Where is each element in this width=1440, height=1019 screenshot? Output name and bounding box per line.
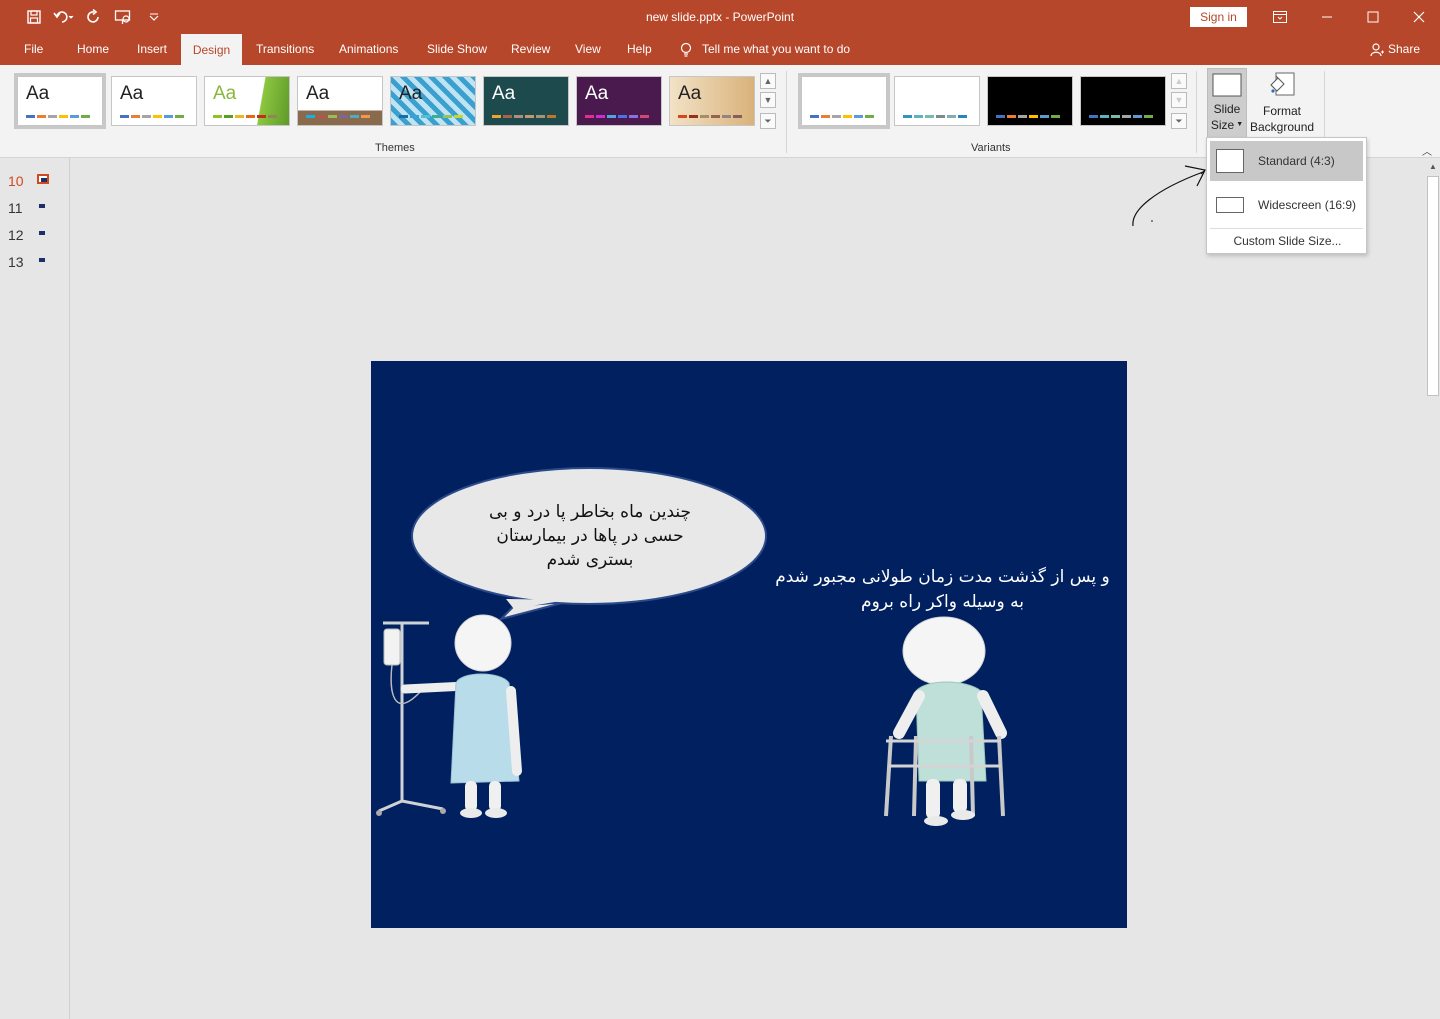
tab-view[interactable]: View <box>573 34 603 65</box>
maximize-icon[interactable] <box>1350 0 1396 34</box>
variant-4[interactable] <box>1080 76 1166 126</box>
theme-organic[interactable]: Aa <box>576 76 662 126</box>
tell-me-search[interactable]: Tell me what you want to do <box>680 34 850 65</box>
format-background-icon <box>1270 72 1295 96</box>
tell-me-label: Tell me what you want to do <box>702 42 851 56</box>
variants-scroll-up-icon[interactable]: ▲ <box>1171 73 1187 89</box>
collapse-ribbon-icon[interactable]: ︿ <box>1422 143 1432 158</box>
minimize-icon[interactable] <box>1304 0 1350 34</box>
theme-integral[interactable]: Aa <box>297 76 383 126</box>
slide-size-icon <box>1212 73 1242 97</box>
widescreen-ratio-icon <box>1216 197 1244 213</box>
slide-number-13[interactable]: 13 <box>8 254 24 270</box>
variant-1[interactable] <box>798 73 890 129</box>
bubble-line-2: حسی در پاها در بیمارستان <box>496 526 684 546</box>
scroll-up-icon[interactable]: ▲ <box>1429 162 1437 171</box>
theme-ion[interactable]: Aa <box>390 76 476 126</box>
title-bar: new slide.pptx - PowerPoint Sign in <box>0 0 1440 34</box>
slides-pane: 10 11 12 13 <box>0 158 70 1019</box>
standard-ratio-icon <box>1216 149 1244 173</box>
slide-number-12[interactable]: 12 <box>8 227 24 243</box>
variants-group-label: Variants <box>971 142 1011 154</box>
slide-size-menu: Standard (4:3) Widescreen (16:9) Custom … <box>1206 137 1367 254</box>
caption-line-1: و پس از گذشت مدت زمان طولانی مجبور شدم <box>775 567 1110 587</box>
menu-item-widescreen[interactable]: Widescreen (16:9) <box>1210 185 1363 225</box>
sign-in-button[interactable]: Sign in <box>1190 7 1247 27</box>
tab-insert[interactable]: Insert <box>135 34 169 65</box>
theme-wood-type[interactable]: Aa <box>669 76 755 126</box>
slide-size-button[interactable]: Slide Size ▼ <box>1207 68 1247 139</box>
walker-caption-text[interactable]: و پس از گذشت مدت زمان طولانی مجبور شدم ب… <box>770 565 1115 615</box>
theme-facet[interactable]: Aa <box>204 76 290 126</box>
themes-group-label: Themes <box>375 142 415 154</box>
patient-with-iv-figure[interactable] <box>376 614 522 818</box>
menu-divider <box>1210 228 1363 229</box>
theme-office-2[interactable]: Aa <box>111 76 197 126</box>
slide-thumbnail-icon[interactable] <box>37 256 49 266</box>
tab-animations[interactable]: Animations <box>337 34 400 65</box>
scrollbar-thumb[interactable] <box>1427 176 1439 396</box>
slide-artwork <box>376 467 1007 826</box>
tab-help[interactable]: Help <box>625 34 654 65</box>
caption-line-2: به وسیله واکر راه بروم <box>861 592 1024 612</box>
slide-size-label-1: Slide <box>1213 102 1241 116</box>
ribbon-tabs: File Home Insert Design Transitions Anim… <box>0 34 1440 65</box>
theme-office[interactable]: Aa <box>14 73 106 129</box>
chevron-down-icon: ▼ <box>1236 121 1244 128</box>
bubble-line-1: چندین ماه بخاطر پا درد و بی <box>488 502 692 522</box>
tab-file[interactable]: File <box>22 34 45 65</box>
slide-thumbnail-icon[interactable] <box>37 229 49 239</box>
annotation-arrow <box>1132 165 1206 227</box>
slide-number-10[interactable]: 10 <box>8 173 24 189</box>
group-separator <box>1196 71 1197 153</box>
speech-bubble-text[interactable]: چندین ماه بخاطر پا درد و بی حسی در پاها … <box>470 500 710 572</box>
menu-item-widescreen-label: Widescreen (16:9) <box>1258 198 1357 212</box>
slide-size-label-2: Size <box>1210 118 1235 132</box>
themes-scroll-up-icon[interactable]: ▲ <box>760 73 776 89</box>
share-button[interactable]: Share <box>1370 34 1420 65</box>
tab-home[interactable]: Home <box>75 34 111 65</box>
format-background-label-2: Background <box>1250 120 1315 134</box>
group-separator <box>786 71 787 153</box>
tab-transitions[interactable]: Transitions <box>254 34 316 65</box>
person-icon <box>1370 42 1384 56</box>
variants-more-icon[interactable]: ⏷ <box>1171 113 1187 129</box>
tab-design[interactable]: Design <box>181 34 242 65</box>
variants-scroll-down-icon[interactable]: ▼ <box>1171 92 1187 108</box>
themes-more-icon[interactable]: ⏷ <box>760 113 776 129</box>
format-background-label-1: Format <box>1262 104 1301 118</box>
slide-number-11[interactable]: 11 <box>8 200 23 216</box>
themes-scroll-down-icon[interactable]: ▼ <box>760 92 776 108</box>
menu-item-standard[interactable]: Standard (4:3) <box>1210 141 1363 181</box>
bubble-line-3: بستری شدم <box>546 550 634 570</box>
variant-3[interactable] <box>987 76 1073 126</box>
slide-thumbnail-icon[interactable] <box>37 174 49 184</box>
slide-thumbnail-icon[interactable] <box>37 202 49 212</box>
menu-item-custom-size[interactable]: Custom Slide Size... <box>1207 234 1368 248</box>
close-icon[interactable] <box>1396 0 1440 34</box>
menu-item-standard-label: Standard (4:3) <box>1258 154 1335 168</box>
tab-review[interactable]: Review <box>509 34 552 65</box>
patient-with-walker-figure[interactable] <box>884 616 1007 826</box>
share-label: Share <box>1388 42 1421 56</box>
theme-ion-boardroom[interactable]: Aa <box>483 76 569 126</box>
variant-2[interactable] <box>894 76 980 126</box>
ribbon-display-options-icon[interactable] <box>1257 0 1303 34</box>
format-background-button[interactable]: Format Background <box>1250 68 1314 140</box>
lightbulb-icon <box>680 42 692 57</box>
tab-slide-show[interactable]: Slide Show <box>425 34 489 65</box>
